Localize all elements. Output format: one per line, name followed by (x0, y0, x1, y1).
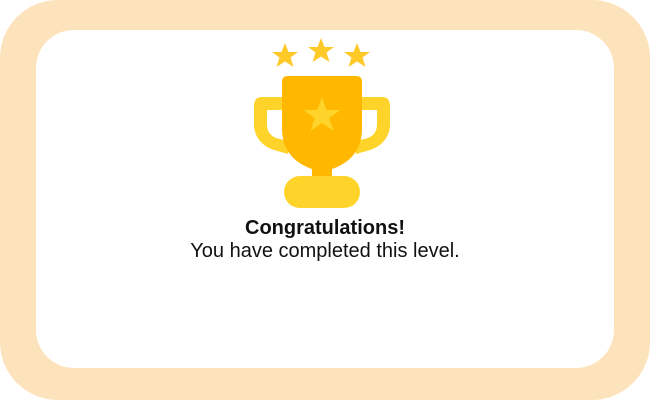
completion-message: Congratulations! You have completed this… (0, 217, 650, 263)
dialog-title: Congratulations! (245, 217, 405, 239)
star-icon (272, 43, 298, 67)
trophy-cup (282, 76, 362, 171)
star-icon (308, 38, 334, 62)
star-icon (344, 43, 370, 67)
trophy-icon (254, 38, 390, 208)
trophy-base (284, 176, 360, 208)
dialog-message: You have completed this level. (190, 240, 460, 262)
